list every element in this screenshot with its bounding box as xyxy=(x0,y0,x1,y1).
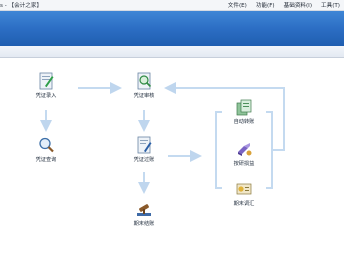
header-banner xyxy=(0,11,344,46)
menu-tools[interactable]: 工具(T) xyxy=(321,1,340,9)
voucher-review-label: 凭证审核 xyxy=(133,93,155,99)
period-close-icon xyxy=(137,204,151,216)
voucher-query-label: 凭证查询 xyxy=(35,157,57,163)
menu-function[interactable]: 功能(F) xyxy=(256,1,275,9)
fx-profit-loss-icon xyxy=(238,143,252,156)
voucher-posting-icon xyxy=(137,136,152,154)
voucher-review-icon xyxy=(137,72,152,90)
node-period-adjust[interactable]: 期末调汇 xyxy=(221,180,267,207)
menu-basic-data[interactable]: 基础资料(I) xyxy=(284,1,312,9)
node-period-close[interactable]: 期末结账 xyxy=(121,200,167,227)
period-close-label: 期末结账 xyxy=(133,221,155,227)
node-voucher-entry[interactable]: 凭证录入 xyxy=(23,72,69,99)
node-voucher-query[interactable]: 凭证查询 xyxy=(23,136,69,163)
node-fx-profit-loss[interactable]: 按研损益 xyxy=(221,140,267,167)
voucher-entry-icon xyxy=(39,72,54,90)
app-title: s - 【会计之家】 xyxy=(0,3,43,9)
toolbar-strip xyxy=(0,46,344,58)
auto-transfer-icon xyxy=(236,99,252,116)
auto-transfer-label: 自动转账 xyxy=(233,119,255,125)
voucher-posting-label: 凭证过账 xyxy=(133,157,155,163)
voucher-entry-label: 凭证录入 xyxy=(35,93,57,99)
period-adjust-icon xyxy=(236,183,252,195)
node-voucher-review[interactable]: 凭证审核 xyxy=(121,72,167,99)
menu-file[interactable]: 文件(E) xyxy=(228,1,247,9)
period-adjust-label: 期末调汇 xyxy=(233,201,255,207)
node-auto-transfer[interactable]: 自动转账 xyxy=(221,98,267,125)
title-bar: s - 【会计之家】 文件(E) 功能(F) 基础资料(I) 工具(T) xyxy=(0,0,344,11)
fx-profit-loss-label: 按研损益 xyxy=(233,161,255,167)
workflow-canvas: 凭证录入 凭证审核 凭证查询 凭证过账 期末结账 自动转账 按研损益 期末调汇 xyxy=(0,58,344,258)
node-voucher-posting[interactable]: 凭证过账 xyxy=(121,136,167,163)
voucher-query-icon xyxy=(39,137,54,153)
menu-bar: 文件(E) 功能(F) 基础资料(I) 工具(T) xyxy=(228,1,340,9)
